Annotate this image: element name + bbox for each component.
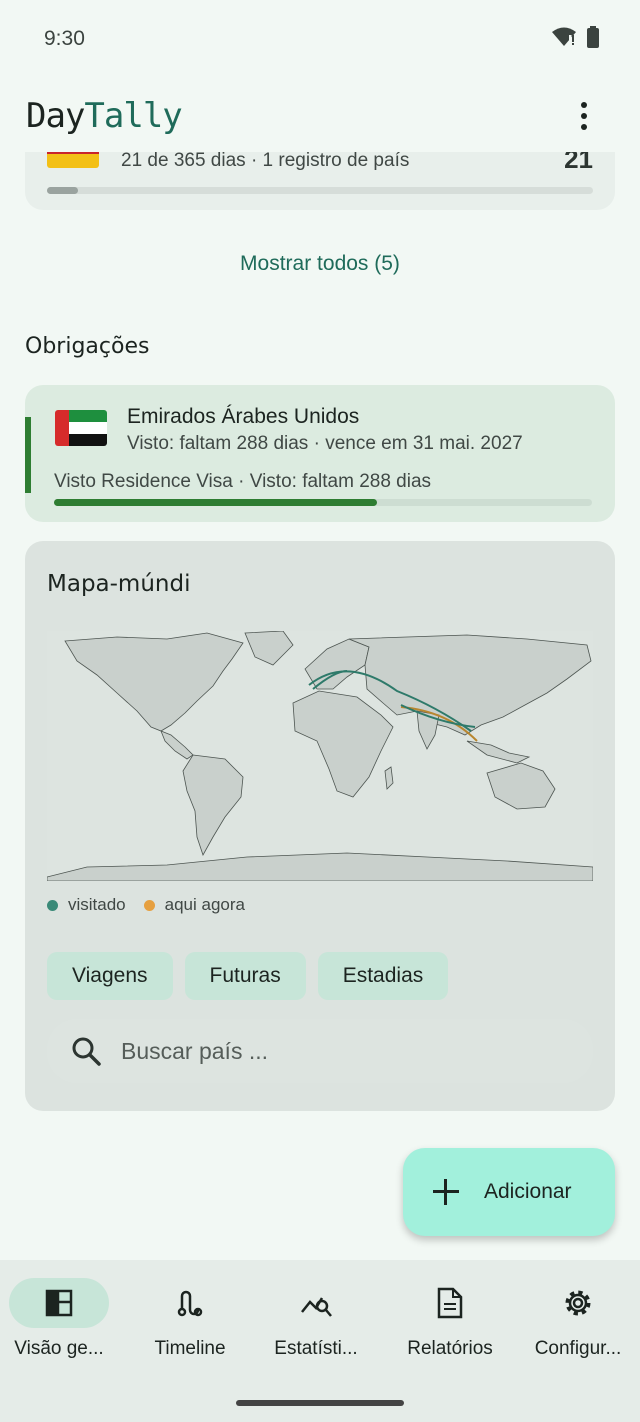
nav-overview-label: Visão ge... — [14, 1338, 104, 1359]
legend-here-label: aqui agora — [164, 895, 245, 914]
dashboard-icon — [45, 1289, 73, 1317]
nav-timeline-label: Timeline — [154, 1338, 226, 1359]
country-search-bar[interactable] — [47, 1019, 593, 1083]
app-title-day: Day — [26, 96, 85, 136]
wifi-icon — [552, 27, 576, 46]
nav-reports-label: Relatórios — [407, 1338, 493, 1359]
map-filter-chips: Viagens Futuras Estadias — [47, 952, 449, 1000]
query-stats-icon — [301, 1297, 332, 1317]
legend-visited: visitado — [47, 895, 126, 915]
obligation-progress-fill — [54, 499, 377, 506]
gear-icon — [565, 1290, 591, 1316]
country-progress-track — [47, 187, 593, 194]
legend-visited-label: visitado — [68, 895, 126, 914]
home-indicator[interactable] — [236, 1400, 404, 1406]
map-legend: visitado aqui agora — [47, 895, 263, 915]
legend-here-now: aqui agora — [143, 895, 245, 915]
chip-stays[interactable]: Estadias — [317, 952, 449, 1000]
nav-settings-label: Configur... — [534, 1338, 622, 1359]
show-all-button[interactable]: Mostrar todos (5) — [0, 252, 640, 276]
plus-icon — [433, 1179, 459, 1205]
chip-trips[interactable]: Viagens — [47, 952, 173, 1000]
obligation-detail: Visto Residence Visa · Visto: faltam 288… — [54, 471, 432, 492]
route-icon — [177, 1290, 203, 1317]
more-vert-icon — [581, 102, 587, 108]
nav-reports[interactable]: Relatórios — [386, 1278, 514, 1360]
legend-here-dot — [143, 899, 155, 911]
chip-future[interactable]: Futuras — [184, 952, 306, 1000]
search-icon — [72, 1037, 101, 1066]
nav-statistics-label: Estatísti... — [274, 1338, 358, 1359]
obligation-accent-bar — [25, 417, 31, 493]
status-icons — [552, 26, 600, 48]
world-map-card: Mapa-múndi visitado aqui agora Viagens F… — [25, 541, 615, 1111]
nav-overview[interactable]: Visão ge... — [0, 1278, 123, 1360]
country-search-input[interactable] — [121, 1037, 521, 1065]
nav-statistics[interactable]: Estatísti... — [252, 1278, 380, 1360]
status-bar: 9:30 — [0, 0, 640, 80]
country-progress-fill — [47, 187, 79, 194]
bottom-navigation: Visão ge... Timeline Estatísti... Relató… — [0, 1260, 640, 1422]
world-map[interactable] — [47, 631, 593, 881]
status-time: 9:30 — [44, 27, 85, 50]
more-options-button[interactable] — [572, 100, 596, 132]
nav-timeline[interactable]: Timeline — [126, 1278, 254, 1360]
uae-flag-icon — [55, 410, 107, 446]
document-icon — [437, 1287, 463, 1319]
app-bar: DayTally — [0, 80, 640, 152]
app-title: DayTally — [26, 96, 183, 136]
nav-settings[interactable]: Configur... — [514, 1278, 640, 1360]
obligations-heading: Obrigações — [25, 334, 150, 359]
obligation-card[interactable]: Emirados Árabes Unidos Visto: faltam 288… — [25, 385, 615, 522]
battery-icon — [587, 26, 599, 48]
obligation-progress-track — [54, 499, 592, 506]
add-button[interactable]: Adicionar — [403, 1148, 615, 1236]
app-title-tally: Tally — [84, 96, 182, 136]
add-button-label: Adicionar — [484, 1180, 572, 1203]
map-title: Mapa-múndi — [47, 571, 191, 597]
obligation-subtitle: Visto: faltam 288 dias · vence em 31 mai… — [127, 433, 523, 454]
obligation-country: Emirados Árabes Unidos — [127, 405, 360, 428]
legend-visited-dot — [47, 899, 58, 911]
country-days-summary: 21 de 365 dias · 1 registro de país — [121, 150, 410, 171]
